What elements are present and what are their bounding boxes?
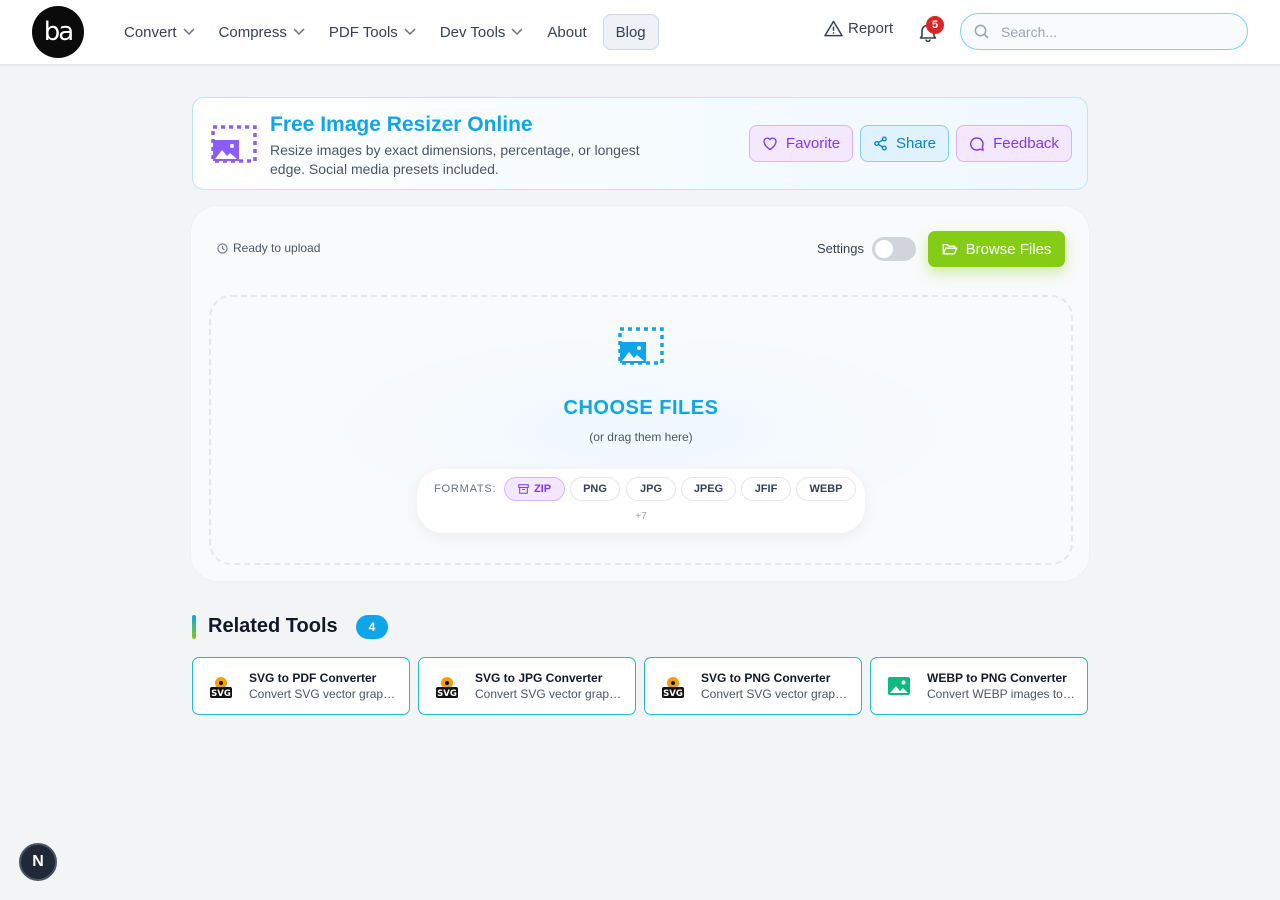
more-formats[interactable]: +7 xyxy=(417,511,865,522)
feedback-label: Feedback xyxy=(993,135,1059,152)
tool-header-card: Free Image Resizer Online Resize images … xyxy=(192,97,1088,190)
tool-name: SVG to PDF Converter xyxy=(249,671,377,685)
svg-icon: SVG xyxy=(436,677,458,699)
section-accent-bar xyxy=(192,615,196,639)
tool-description: Convert WEBP images to PNG xyxy=(927,687,1077,701)
tool-description: Convert SVG vector graphics to PNG xyxy=(701,687,851,701)
folder-open-icon xyxy=(942,243,958,255)
formats-label: FORMATS: xyxy=(434,483,497,495)
browse-label: Browse Files xyxy=(965,240,1052,258)
logo-text: ba xyxy=(43,17,74,47)
tool-name: SVG to PNG Converter xyxy=(701,671,831,685)
related-tool-svg-to-pdf[interactable]: SVG SVG to PDF Converter Convert SVG vec… xyxy=(192,657,410,715)
clock-icon xyxy=(217,242,228,254)
browse-files-button[interactable]: Browse Files xyxy=(928,231,1065,267)
upload-panel: Ready to upload Settings Browse Files CH… xyxy=(190,205,1090,582)
image-resize-icon xyxy=(211,125,257,163)
report-link[interactable]: Report xyxy=(824,20,893,37)
format-chip-jpg: JPG xyxy=(626,477,676,501)
related-tools-count: 4 xyxy=(356,615,388,639)
image-upload-icon xyxy=(618,327,664,365)
page-description: Resize images by exact dimensions, perce… xyxy=(270,142,640,177)
format-chip-zip: ZIP xyxy=(504,477,565,501)
image-icon xyxy=(888,677,910,695)
nav-about[interactable]: About xyxy=(535,14,598,50)
nav-pdf-tools[interactable]: PDF Tools xyxy=(317,14,428,50)
favorite-label: Favorite xyxy=(785,135,841,152)
svg-text:SVG: SVG xyxy=(211,689,231,699)
settings-label: Settings xyxy=(817,241,864,256)
top-header: ba Convert Compress PDF Tools Dev Tools … xyxy=(0,0,1280,65)
upload-status: Ready to upload xyxy=(217,241,320,255)
nav-dev-tools[interactable]: Dev Tools xyxy=(428,14,536,50)
tool-description: Convert SVG vector graphics to PDF xyxy=(249,687,399,701)
nav-convert[interactable]: Convert xyxy=(112,14,207,50)
format-label: JFIF xyxy=(754,483,778,495)
share-button[interactable]: Share xyxy=(860,125,949,162)
format-chip-jpeg: JPEG xyxy=(681,477,736,501)
formats-pill: FORMATS: ZIP PNG JPG JPEG JFIF WEBP +7 xyxy=(417,469,865,533)
warning-triangle-icon xyxy=(824,20,843,37)
heart-icon xyxy=(763,137,777,151)
archive-icon xyxy=(518,484,529,494)
chevron-down-icon xyxy=(183,28,195,36)
tool-description: Convert SVG vector graphics to JPG xyxy=(475,687,625,701)
format-label: PNG xyxy=(583,483,607,495)
tool-name: WEBP to PNG Converter xyxy=(927,671,1067,685)
main-nav: Convert Compress PDF Tools Dev Tools Abo… xyxy=(112,14,659,50)
feedback-button[interactable]: Feedback xyxy=(956,125,1072,162)
nav-blog[interactable]: Blog xyxy=(602,14,659,50)
notification-badge: 5 xyxy=(926,16,944,34)
chevron-down-icon xyxy=(404,28,416,36)
related-tool-svg-to-jpg[interactable]: SVG SVG to JPG Converter Convert SVG vec… xyxy=(418,657,636,715)
format-chip-webp: WEBP xyxy=(796,477,856,501)
related-tools-title: Related Tools xyxy=(208,615,338,637)
dev-badge-letter: N xyxy=(32,853,44,870)
page-title: Free Image Resizer Online xyxy=(270,113,533,136)
related-tool-svg-to-png[interactable]: SVG SVG to PNG Converter Convert SVG vec… xyxy=(644,657,862,715)
svg-icon: SVG xyxy=(662,677,684,699)
drag-hint: (or drag them here) xyxy=(589,430,693,444)
nav-label: Dev Tools xyxy=(439,23,506,41)
file-dropzone[interactable]: CHOOSE FILES (or drag them here) FORMATS… xyxy=(209,295,1073,565)
site-logo[interactable]: ba xyxy=(32,6,84,58)
chevron-down-icon xyxy=(293,28,305,36)
chat-bubble-icon xyxy=(970,136,984,151)
format-label: WEBP xyxy=(809,483,843,495)
nav-label: PDF Tools xyxy=(328,23,398,41)
share-label: Share xyxy=(895,135,937,152)
search-box xyxy=(960,13,1248,50)
choose-files-label[interactable]: CHOOSE FILES xyxy=(211,397,1071,420)
svg-icon: SVG xyxy=(210,677,232,699)
nav-compress[interactable]: Compress xyxy=(207,14,317,50)
nav-label: Blog xyxy=(615,23,646,41)
search-input[interactable] xyxy=(1001,23,1221,40)
favorite-button[interactable]: Favorite xyxy=(749,125,853,162)
chevron-down-icon xyxy=(511,28,523,36)
format-label: JPG xyxy=(639,483,662,495)
search-icon xyxy=(974,24,989,39)
svg-text:SVG: SVG xyxy=(437,689,457,699)
dev-tools-badge[interactable]: N xyxy=(19,843,57,881)
report-label: Report xyxy=(848,20,894,37)
format-label: JPEG xyxy=(693,483,724,495)
status-text: Ready to upload xyxy=(233,241,321,255)
format-chip-png: PNG xyxy=(570,477,620,501)
nav-label: Compress xyxy=(218,23,287,41)
settings-toggle[interactable] xyxy=(872,237,916,261)
svg-text:SVG: SVG xyxy=(663,689,683,699)
share-icon xyxy=(874,136,887,151)
nav-label: About xyxy=(547,23,587,41)
tool-name: SVG to JPG Converter xyxy=(475,671,603,685)
format-label: ZIP xyxy=(533,483,552,495)
related-tool-webp-to-png[interactable]: WEBP to PNG Converter Convert WEBP image… xyxy=(870,657,1088,715)
nav-label: Convert xyxy=(124,23,177,41)
format-chip-jfif: JFIF xyxy=(741,477,791,501)
